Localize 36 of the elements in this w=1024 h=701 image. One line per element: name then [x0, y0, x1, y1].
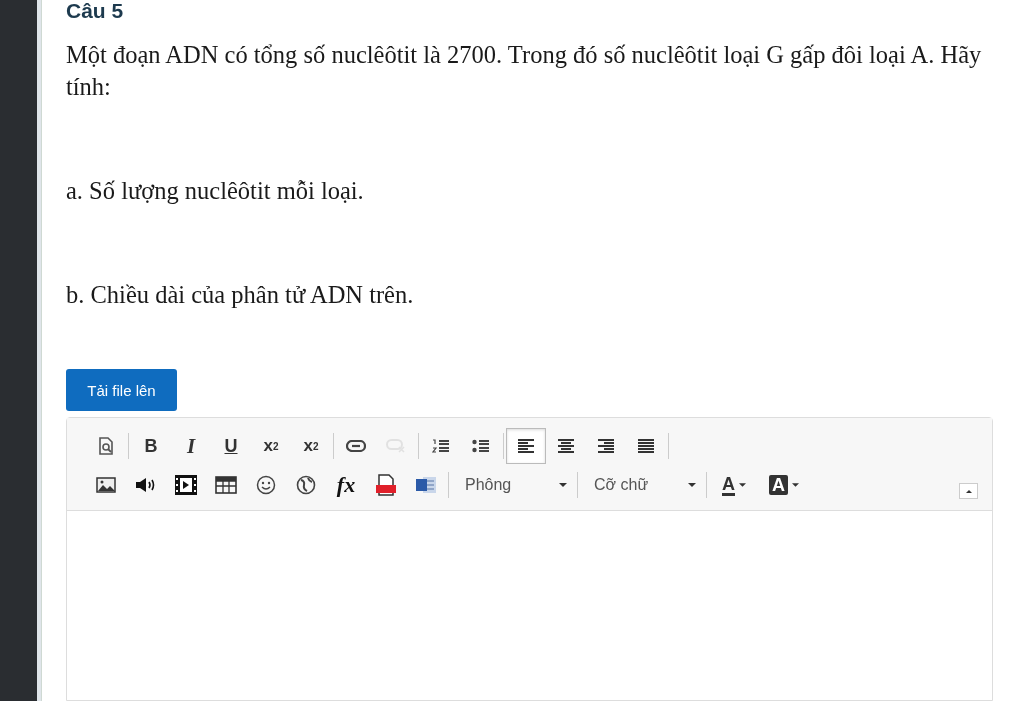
- bullet-list-icon: [472, 438, 490, 454]
- dropdown[interactable]: Cỡ chữ: [580, 470, 704, 500]
- question-title: Câu 5: [66, 0, 125, 24]
- text-color-button[interactable]: A: [709, 467, 759, 503]
- bold-button[interactable]: B: [131, 428, 171, 464]
- caret-icon: [688, 483, 696, 487]
- justify-icon: [638, 438, 654, 454]
- ordered-list-icon: [432, 438, 450, 454]
- question-text: b. Chiều dài của phân tử ADN trên.: [66, 280, 415, 310]
- question-text: a. Số lượng nuclêôtit mỗi loại.: [66, 176, 365, 206]
- document-icon: [415, 476, 437, 494]
- speaker-icon: [135, 477, 157, 493]
- align-center-icon: [558, 438, 574, 454]
- image-icon: [96, 477, 116, 493]
- align-left-button[interactable]: [506, 428, 546, 464]
- preview-icon: [98, 437, 114, 455]
- film-icon: [175, 475, 197, 495]
- caret-icon: [559, 483, 567, 487]
- table-icon: [215, 476, 237, 494]
- highlight-color-button[interactable]: A: [759, 467, 809, 503]
- formula-button[interactable]: fx: [326, 467, 366, 503]
- italic-button[interactable]: I: [171, 428, 211, 464]
- question-text: Một đoạn ADN có tổng số nuclêôtit là 2700. Trong đó số nuclêôtit loại G gấp đôi loại A. Hãy tính:: [66, 40, 983, 102]
- caret-icon: [792, 483, 799, 487]
- caret-icon: [739, 483, 746, 487]
- link-icon: [346, 440, 366, 452]
- align-left-icon: [518, 438, 534, 454]
- align-right-icon: [598, 438, 614, 454]
- upload-file-button[interactable]: Tải file lên: [66, 369, 177, 411]
- globe-icon: [296, 475, 316, 495]
- smiley-icon: [256, 475, 276, 495]
- underline-button[interactable]: U: [211, 428, 251, 464]
- pdf-file-icon: [376, 474, 396, 496]
- caret-up-icon: [965, 489, 972, 493]
- collapse-toolbar-button[interactable]: [959, 483, 978, 499]
- dropdown[interactable]: Phông: [451, 470, 575, 500]
